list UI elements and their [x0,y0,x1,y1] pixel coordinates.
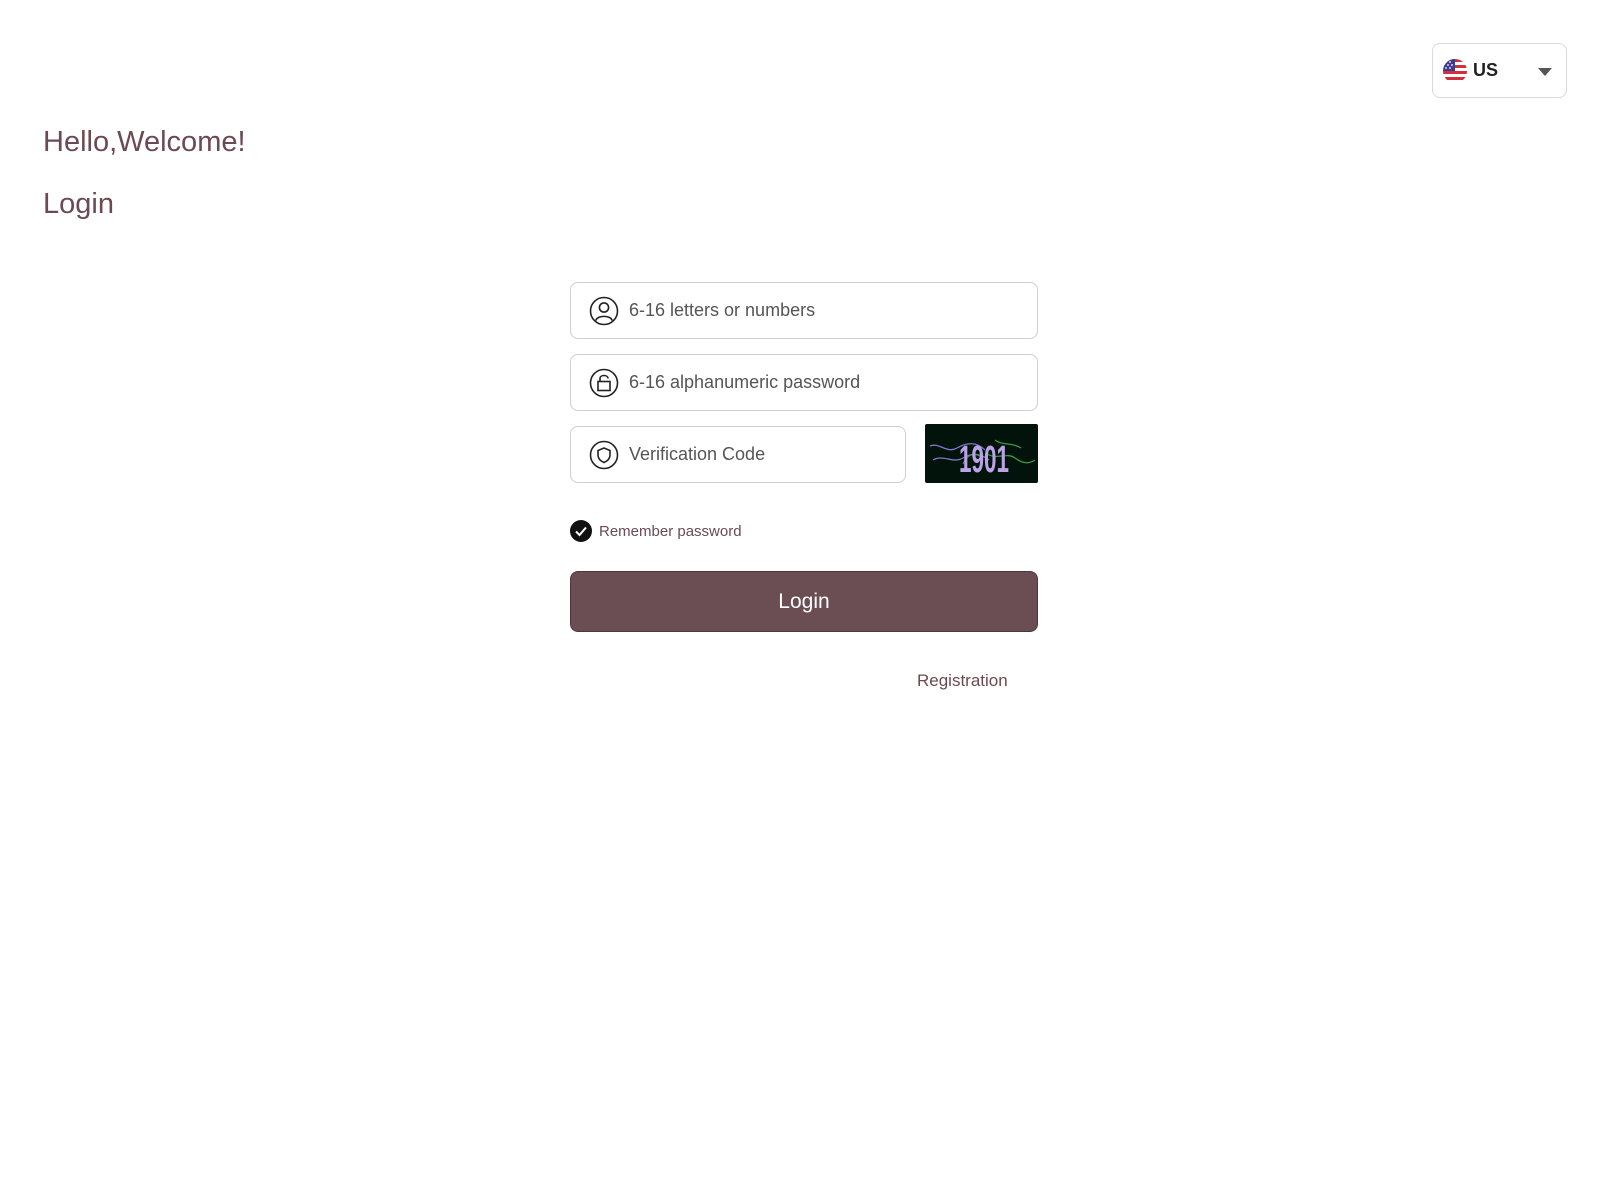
lock-icon [589,368,619,397]
welcome-title: Hello,Welcome! [43,126,246,158]
chevron-down-icon [1538,68,1552,76]
remember-password-label: Remember password [599,522,742,540]
password-input[interactable] [627,355,1037,410]
us-flag-icon [1443,58,1467,83]
verification-code-field [570,426,906,483]
login-button[interactable]: Login [570,571,1038,632]
username-input[interactable] [627,283,1037,338]
verification-code-input[interactable] [627,427,905,482]
remember-password-checkbox[interactable]: Remember password [570,520,742,542]
user-icon [589,296,619,325]
shield-icon [589,440,619,469]
language-code: US [1473,60,1499,80]
captcha-text: 1901 [959,439,1009,481]
page-title: Login [43,188,114,220]
registration-link[interactable]: Registration [917,671,1008,691]
username-field [570,282,1038,339]
language-select[interactable]: US [1432,43,1567,98]
check-icon [570,520,592,542]
password-field [570,354,1038,411]
captcha-image[interactable]: 1901 [925,424,1038,483]
